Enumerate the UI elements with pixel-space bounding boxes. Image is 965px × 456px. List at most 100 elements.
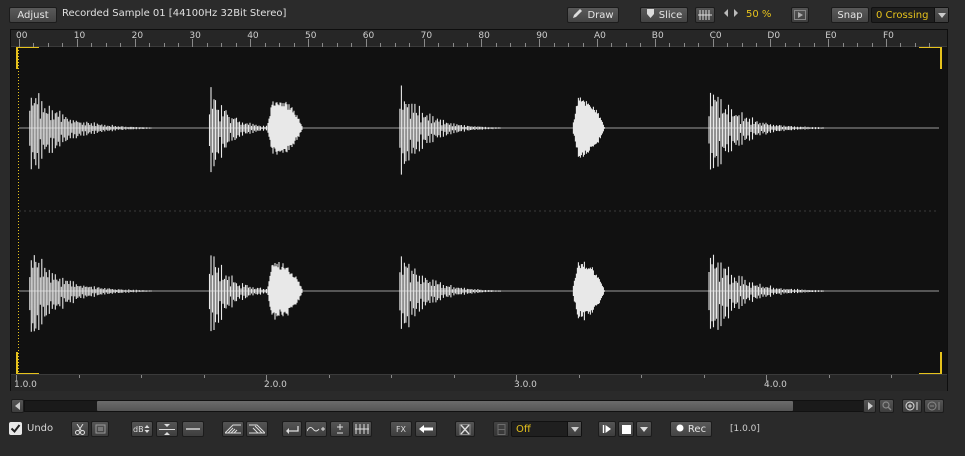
slice-grid-button[interactable] [695, 7, 715, 23]
ruler-label: 50 [305, 31, 317, 41]
top-toolbar: Adjust Recorded Sample 01 [44100Hz 32Bit… [0, 0, 965, 30]
pencil-icon [572, 8, 583, 22]
ruler-label: 10 [73, 31, 86, 41]
playback-options-button[interactable] [636, 421, 652, 437]
fade-in-out-button[interactable] [156, 421, 178, 437]
zoom-in-button[interactable] [902, 399, 922, 413]
beat-minor-tick [453, 375, 455, 378]
waveform-editor[interactable]: 00 10 20 30 40 50 60 70 80 90 A0 B0 C0 D0 E0 F0 1.0.0 2.… [10, 29, 948, 391]
zoom-out-button[interactable] [924, 399, 944, 413]
fade-in-button[interactable] [222, 421, 244, 437]
ruler-label: A0 [594, 31, 606, 41]
scroll-right-button[interactable] [863, 399, 876, 413]
kick-transient [29, 93, 152, 170]
beat-minor-tick [78, 375, 80, 378]
kick-transient [399, 85, 501, 175]
waveform-svg [16, 46, 942, 375]
draw-button[interactable]: Draw [567, 7, 619, 23]
play-button[interactable] [598, 421, 616, 437]
scroll-track[interactable] [24, 400, 872, 412]
bottom-toolbar: Undo dB FX Off Rec [1.0.0] [0, 418, 965, 444]
zoom-value[interactable]: 50 % [746, 9, 771, 20]
normalize-db-button[interactable]: dB [131, 421, 153, 437]
zoom-increase-icon[interactable] [733, 8, 739, 21]
selection-corner-bottom-right [919, 352, 942, 375]
silence-button[interactable] [182, 421, 204, 437]
scissors-icon [75, 423, 85, 435]
stop-icon [621, 424, 631, 434]
beat-minor-tick [328, 375, 330, 378]
db-icon: dB [133, 424, 151, 434]
fade-out-button[interactable] [246, 421, 268, 437]
ruler-label: D0 [767, 31, 781, 41]
beat-minor-tick [828, 375, 830, 378]
loop-icon [497, 423, 506, 435]
chevron-down-icon [567, 422, 581, 436]
snap-mode-value: 0 Crossing [876, 9, 929, 21]
adjust-button[interactable]: Adjust [9, 7, 57, 23]
modulate-button[interactable] [305, 421, 327, 437]
record-icon [676, 424, 684, 435]
selection-corner-top-left [16, 46, 39, 69]
preview-button[interactable] [791, 7, 809, 23]
selection-corner-bottom-left [16, 352, 39, 375]
svg-text:dB: dB [133, 425, 144, 434]
scroll-thumb[interactable] [97, 401, 793, 411]
snap-button[interactable]: Snap [831, 7, 869, 23]
loop-toggle-button[interactable] [493, 421, 509, 437]
reverse-button[interactable] [282, 421, 302, 437]
flat-line-icon [186, 424, 200, 434]
loop-mode-select[interactable]: Off [511, 421, 582, 437]
stop-button[interactable] [618, 421, 634, 437]
sample-title: Recorded Sample 01 [44100Hz 32Bit Stereo… [62, 8, 287, 19]
beat-label: 2.0.0 [264, 380, 287, 390]
render-arrow-icon [418, 424, 434, 434]
kick-transient [708, 254, 824, 330]
kick-transient [29, 255, 152, 332]
fx-button[interactable]: FX [390, 421, 412, 437]
slice-label: Slice [658, 9, 683, 21]
position-readout: [1.0.0] [730, 424, 760, 434]
beat-label: 4.0.0 [764, 380, 787, 390]
snare-transient [267, 262, 303, 320]
render-button[interactable] [415, 421, 437, 437]
zoom-in-icon [905, 401, 919, 411]
undo-checkbox[interactable] [9, 422, 22, 435]
dc-offset-button[interactable] [330, 421, 350, 437]
sample-offset-ruler[interactable]: 00 10 20 30 40 50 60 70 80 90 A0 B0 C0 D0 E0 F0 [11, 30, 947, 47]
chevron-down-icon [934, 8, 948, 22]
beat-ruler[interactable]: 1.0.0 2.0.0 3.0.0 4.0.0 [11, 374, 947, 391]
ruler-label: 70 [420, 31, 433, 41]
fade-out-icon [249, 424, 265, 434]
beat-minor-tick [641, 375, 642, 378]
left-channel-waveform [29, 85, 824, 175]
right-channel-waveform [29, 254, 824, 332]
snap-label: Snap [837, 9, 863, 21]
horizontal-scroll-row [10, 398, 948, 414]
zoom-decrease-icon[interactable] [723, 8, 729, 21]
close-icon [459, 423, 471, 435]
zoom-fit-button[interactable] [879, 399, 894, 413]
detect-slices-button[interactable] [352, 421, 372, 437]
ruler-label: 30 [189, 31, 201, 41]
ruler-label: 60 [362, 31, 375, 41]
beat-minor-tick [391, 375, 392, 378]
snare-transient [267, 101, 303, 155]
draw-label: Draw [587, 9, 614, 21]
slice-button[interactable]: Slice [640, 7, 688, 23]
slice-icon [646, 8, 655, 22]
fade-in-icon [225, 424, 241, 434]
waveform-display[interactable] [11, 46, 947, 375]
adjust-label: Adjust [17, 9, 49, 21]
snap-mode-select[interactable]: 0 Crossing [871, 7, 949, 23]
crop-button[interactable] [91, 421, 109, 437]
cut-button[interactable] [71, 421, 89, 437]
record-button[interactable]: Rec [670, 421, 712, 437]
checkmark-icon [10, 424, 21, 434]
chevron-down-icon [640, 426, 648, 432]
magnifier-icon [881, 401, 892, 411]
beat-minor-tick [578, 375, 580, 378]
scroll-left-button[interactable] [11, 399, 24, 413]
clear-button[interactable] [455, 421, 475, 437]
selection-corner-top-right [919, 46, 942, 69]
